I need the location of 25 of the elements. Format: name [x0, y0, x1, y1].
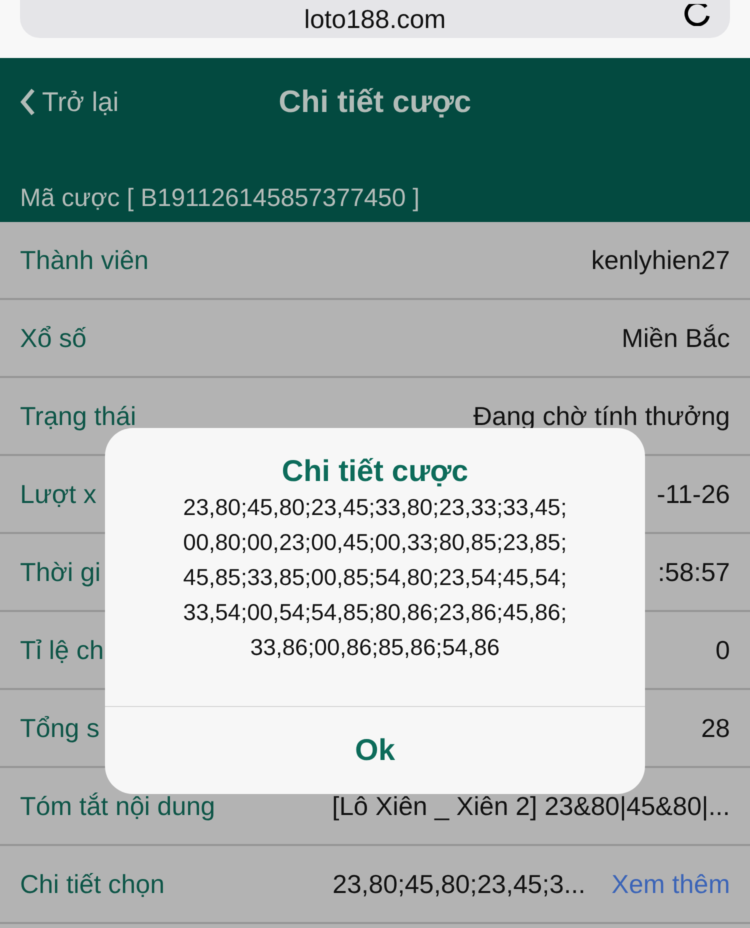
back-button[interactable]: Trở lại [20, 86, 119, 118]
row-value: Đang chờ tính thưởng [473, 400, 730, 432]
row-label: Lượt x [20, 478, 96, 510]
row-label: Tổng s [20, 712, 100, 744]
row-label: Tỉ lệ ch [20, 634, 104, 666]
address-bar[interactable]: loto188.com [20, 0, 730, 38]
page-title: Chi tiết cược [278, 84, 472, 120]
row-label: Thành viên [20, 244, 149, 276]
row-value: -11-26 [656, 478, 730, 510]
row-label: Chi tiết chọn [20, 868, 165, 900]
row-value: :58:57 [658, 556, 730, 588]
row-value: Miền Bắc [622, 322, 730, 354]
row-label: Xổ số [20, 322, 86, 354]
dialog-title: Chi tiết cược [282, 454, 468, 490]
row-value: 23,80;45,80;23,45;3... [332, 868, 586, 900]
row-label: Trạng thái [20, 400, 136, 432]
dialog-message: 23,80;45,80;23,45;33,80;23,33;33,45; 00,80;00,23;00,45;00,33;80,85;23,85; 45,85;33,85;00,85;54,80;23,54;45,54; 33,54;00,54;54,85;80,86;23,86;45,86; 33,86;00,86;85,86;54,86 [183, 493, 567, 662]
chevron-left-icon[interactable] [20, 88, 36, 116]
row-value: 28 [701, 712, 730, 744]
reload-icon[interactable] [682, 4, 712, 26]
bet-code: Mã cược [ B191126145857377450 ] [20, 184, 421, 213]
row-value: 0 [716, 634, 730, 666]
row-label: Thời gi [20, 556, 101, 588]
url-text: loto188.com [304, 4, 446, 34]
row-value: kenlyhien27 [591, 244, 730, 276]
